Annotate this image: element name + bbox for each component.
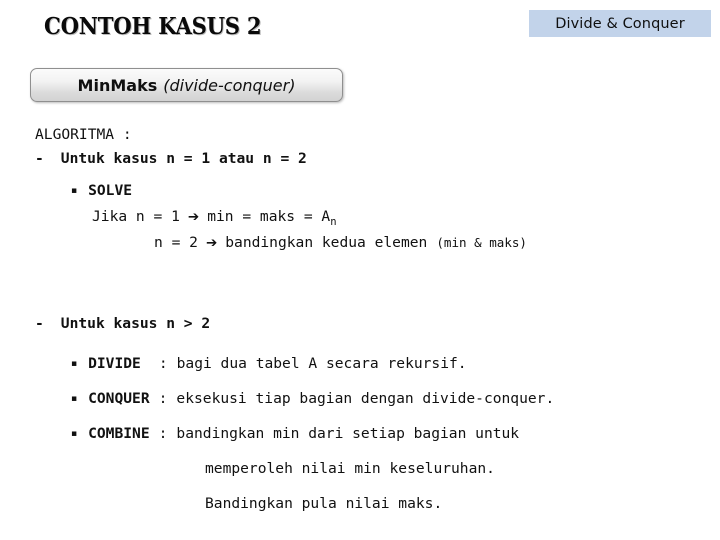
combine-continuation-2-text: Bandingkan pula nilai maks. xyxy=(205,495,443,512)
subtitle-bold-part: MinMaks xyxy=(77,75,158,95)
solve-label: SOLVE xyxy=(88,182,133,199)
algorithm-body: ALGORITMA : - Untuk kasus n = 1 atau n = … xyxy=(35,126,705,527)
arrow-icon-2: ➔ xyxy=(205,235,218,251)
jika-n1-line: Jika n = 1 ➔ min = maks = An xyxy=(35,208,705,236)
step-conquer-sep: : xyxy=(158,390,168,407)
step-combine-desc: bandingkan min dari setiap bagian untuk xyxy=(176,425,520,442)
arrow-icon: ➔ xyxy=(187,209,200,225)
step-divide-desc: bagi dua tabel A secara rekursif. xyxy=(176,355,467,372)
step-combine-line: ▪ COMBINE: bandingkan min dari setiap bagi… xyxy=(35,425,705,462)
step-divide-sep: : xyxy=(158,355,168,372)
corner-badge-label: Divide & Conquer xyxy=(555,15,685,32)
jika-n2-line: n = 2 ➔ bandingkan kedua elemen (min & maks… xyxy=(35,234,705,262)
page-title: CONTOH KASUS 2 xyxy=(44,13,262,40)
combine-continuation-2: Bandingkan pula nilai maks. xyxy=(35,495,705,527)
square-bullet-icon-conquer: ▪ xyxy=(71,394,78,404)
algorithm-heading-line: ALGORITMA : xyxy=(35,126,705,152)
subtitle-label: MinMaks (divide-conquer) xyxy=(78,76,296,95)
step-conquer-name: CONQUER xyxy=(88,390,150,407)
case-large-label: Untuk kasus n > 2 xyxy=(60,315,211,332)
jika-n2-prefix: n = 2 xyxy=(154,234,198,251)
combine-continuation-1-text: memperoleh nilai min keseluruhan. xyxy=(205,460,495,477)
subtitle-button[interactable]: MinMaks (divide-conquer) xyxy=(30,68,343,102)
subtitle-italic-part: (divide-conquer) xyxy=(163,75,296,95)
square-bullet-icon-combine: ▪ xyxy=(71,429,78,439)
algorithm-heading: ALGORITMA : xyxy=(35,126,132,143)
square-bullet-icon: ▪ xyxy=(71,186,78,196)
corner-badge-divide-conquer: Divide & Conquer xyxy=(529,10,711,37)
step-divide-line: ▪ DIVIDE: bagi dua tabel A secara rekursif… xyxy=(35,355,705,392)
step-combine-sep: : xyxy=(158,425,168,442)
jika-n1-result-subscript: n xyxy=(330,215,337,228)
case-small-heading-line: - Untuk kasus n = 1 atau n = 2 xyxy=(35,150,705,184)
step-conquer-desc: eksekusi tiap bagian dengan divide-conqu… xyxy=(176,390,555,407)
step-conquer-line: ▪ CONQUER: eksekusi tiap bagian dengan div… xyxy=(35,390,705,427)
slide-canvas: Divide & Conquer CONTOH KASUS 2 MinMaks(… xyxy=(0,0,720,540)
case-large-heading-line: - Untuk kasus n > 2 xyxy=(35,315,705,357)
solve-line: ▪ SOLVE xyxy=(35,182,705,210)
case-small-dash: - xyxy=(35,150,44,167)
step-combine-name: COMBINE xyxy=(88,425,150,442)
jika-n2-result: bandingkan kedua elemen xyxy=(225,234,428,251)
step-divide-name: DIVIDE xyxy=(88,355,141,372)
jika-n2-note: (min & maks) xyxy=(436,235,527,250)
combine-continuation-1: memperoleh nilai min keseluruhan. xyxy=(35,460,705,497)
jika-n1-result: min = maks = A xyxy=(207,208,331,225)
case-small-label: Untuk kasus n = 1 atau n = 2 xyxy=(60,150,307,167)
jika-n1-prefix: Jika n = 1 xyxy=(92,208,180,225)
case-large-dash: - xyxy=(35,315,44,332)
square-bullet-icon-divide: ▪ xyxy=(71,359,78,369)
